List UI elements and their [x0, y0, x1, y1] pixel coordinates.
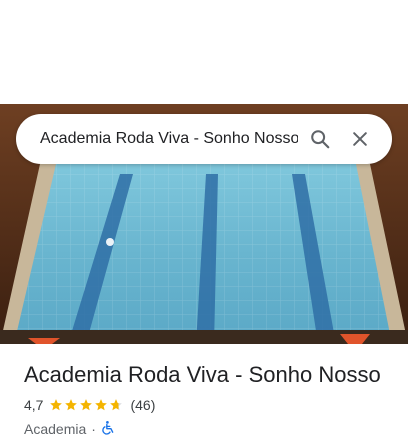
wheelchair-icon	[101, 420, 115, 438]
search-icon[interactable]	[302, 121, 338, 157]
star-icon	[80, 399, 93, 411]
star-rating	[49, 398, 124, 412]
review-count[interactable]: (46)	[130, 397, 155, 413]
meta-row: Academia ·	[24, 419, 394, 439]
separator-dot: ·	[91, 421, 96, 437]
rating-value: 4,7	[24, 397, 44, 413]
top-blank-area	[0, 0, 408, 104]
star-icon	[65, 399, 78, 411]
rating-row[interactable]: 4,7 (46)	[24, 395, 394, 415]
search-bar[interactable]: Academia Roda Viva - Sonho Nosso	[16, 114, 392, 164]
star-icon	[50, 399, 63, 411]
place-category: Academia	[24, 421, 87, 437]
search-input[interactable]: Academia Roda Viva - Sonho Nosso	[40, 130, 298, 148]
place-info: Academia Roda Viva - Sonho Nosso 4,7 (46…	[24, 360, 394, 439]
close-icon[interactable]	[342, 121, 378, 157]
star-icon	[110, 399, 123, 411]
star-icon	[95, 399, 108, 411]
place-title[interactable]: Academia Roda Viva - Sonho Nosso	[24, 360, 394, 390]
